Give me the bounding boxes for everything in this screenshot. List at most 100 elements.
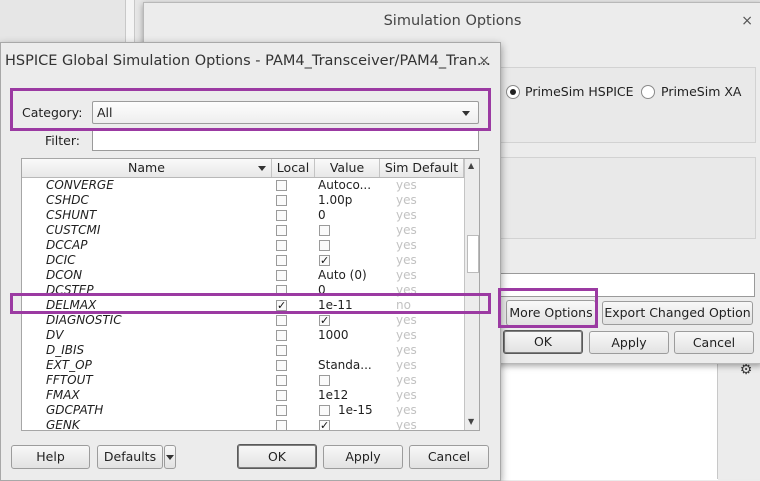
sim-default-value: yes <box>396 208 417 222</box>
value-checkbox[interactable] <box>319 405 330 416</box>
sim-default-value: yes <box>396 373 417 387</box>
table-row[interactable]: GDCPATH 1e-15 yes <box>22 403 464 418</box>
sort-arrow-icon <box>258 166 266 171</box>
local-checkbox[interactable] <box>276 195 287 206</box>
chevron-down-icon <box>166 455 174 460</box>
filter-label: Filter: <box>45 133 80 148</box>
option-name: DCCAP <box>46 238 88 252</box>
local-checkbox[interactable] <box>276 420 287 430</box>
close-icon[interactable]: × <box>741 3 753 39</box>
options-group <box>500 157 756 239</box>
value-checkbox[interactable] <box>319 240 330 251</box>
option-name: CONVERGE <box>46 178 114 192</box>
sim-default-value: yes <box>396 178 417 192</box>
value-checkbox[interactable] <box>319 225 330 236</box>
value-checkbox[interactable]: ✓ <box>319 420 330 430</box>
help-button[interactable]: Help <box>11 445 90 469</box>
radio-primesim-xa[interactable] <box>641 85 655 99</box>
background-canvas <box>495 358 718 480</box>
option-name: DIAGNOSTIC <box>46 313 122 327</box>
sim-cancel-button[interactable]: Cancel <box>674 331 754 354</box>
ok-button[interactable]: OK <box>237 444 317 469</box>
sim-default-value: yes <box>396 193 417 207</box>
option-value[interactable]: Autoco... <box>318 178 371 193</box>
option-value[interactable]: Auto (0) <box>318 268 367 283</box>
defaults-button[interactable]: Defaults <box>97 445 163 469</box>
local-checkbox[interactable] <box>276 240 287 251</box>
sim-default-value: yes <box>396 328 417 342</box>
dialog-title: Simulation Options <box>383 13 522 29</box>
local-checkbox[interactable] <box>276 255 287 266</box>
defaults-menu-button[interactable] <box>164 445 176 469</box>
radio-label-hspice: PrimeSim HSPICE <box>525 84 634 99</box>
dialog-title: HSPICE Global Simulation Options - PAM4_… <box>5 53 491 69</box>
scroll-up-icon[interactable]: ▲ <box>468 162 474 170</box>
column-header-name[interactable]: Name <box>22 159 272 177</box>
sim-default-value: yes <box>396 418 417 431</box>
sim-default-value: yes <box>396 253 417 267</box>
local-checkbox[interactable] <box>276 375 287 386</box>
table-row[interactable]: CUSTCMI yes <box>22 223 464 238</box>
local-checkbox[interactable] <box>276 225 287 236</box>
table-row[interactable]: DCIC ✓ yes <box>22 253 464 268</box>
close-icon[interactable]: × <box>478 43 490 79</box>
option-name: GENK <box>46 418 80 431</box>
option-value[interactable]: 1.00p <box>318 193 352 208</box>
simulator-group <box>500 67 756 143</box>
table-row[interactable]: DV 1000 yes <box>22 328 464 343</box>
local-checkbox[interactable] <box>276 210 287 221</box>
scrollbar-thumb[interactable] <box>467 235 479 273</box>
option-name: EXT_OP <box>46 358 92 372</box>
table-row[interactable]: DIAGNOSTIC ✓ yes <box>22 313 464 328</box>
option-value[interactable]: 1000 <box>318 328 349 343</box>
option-value[interactable]: 0 <box>318 208 326 223</box>
table-row[interactable]: DCCAP yes <box>22 238 464 253</box>
sim-default-value: yes <box>396 268 417 282</box>
radio-label-xa: PrimeSim XA <box>661 84 742 99</box>
export-changed-option-button[interactable]: Export Changed Option <box>602 301 753 325</box>
option-value[interactable]: 1e-15 <box>338 403 373 418</box>
table-row[interactable]: CONVERGE Autoco... yes <box>22 178 464 193</box>
option-name: FFTOUT <box>46 373 93 387</box>
local-checkbox[interactable] <box>276 270 287 281</box>
table-row[interactable]: DCON Auto (0) yes <box>22 268 464 283</box>
gear-icon[interactable]: ⚙ <box>738 362 754 378</box>
option-name: CSHUNT <box>46 208 97 222</box>
column-header-value[interactable]: Value <box>315 159 380 177</box>
table-row[interactable]: FFTOUT yes <box>22 373 464 388</box>
apply-button[interactable]: Apply <box>323 445 403 469</box>
table-row[interactable]: CSHUNT 0 yes <box>22 208 464 223</box>
local-checkbox[interactable] <box>276 330 287 341</box>
value-checkbox[interactable]: ✓ <box>319 315 330 326</box>
sim-default-value: yes <box>396 403 417 417</box>
option-name: DCIC <box>46 253 76 267</box>
sim-default-value: yes <box>396 313 417 327</box>
sim-default-value: yes <box>396 388 417 402</box>
local-checkbox[interactable] <box>276 180 287 191</box>
local-checkbox[interactable] <box>276 345 287 356</box>
table-row[interactable]: GENK ✓ yes <box>22 418 464 431</box>
local-checkbox[interactable] <box>276 390 287 401</box>
sim-apply-button[interactable]: Apply <box>589 331 669 354</box>
cancel-button[interactable]: Cancel <box>409 445 489 469</box>
table-row[interactable]: CSHDC 1.00p yes <box>22 193 464 208</box>
radio-primesim-hspice[interactable] <box>506 85 520 99</box>
option-value[interactable]: 1e12 <box>318 388 348 403</box>
sim-ok-button[interactable]: OK <box>503 330 583 354</box>
column-header-sim-default[interactable]: Sim Default <box>380 159 464 177</box>
table-row[interactable]: EXT_OP Standa... yes <box>22 358 464 373</box>
filter-input[interactable] <box>92 130 479 151</box>
local-checkbox[interactable] <box>276 360 287 371</box>
option-name: DCON <box>46 268 83 282</box>
value-checkbox[interactable]: ✓ <box>319 255 330 266</box>
option-name: D_IBIS <box>46 343 85 357</box>
option-name: FMAX <box>46 388 80 402</box>
scroll-down-icon[interactable]: ▼ <box>468 418 474 426</box>
column-header-local[interactable]: Local <box>272 159 315 177</box>
table-row[interactable]: D_IBIS yes <box>22 343 464 358</box>
value-checkbox[interactable] <box>319 375 330 386</box>
table-row[interactable]: FMAX 1e12 yes <box>22 388 464 403</box>
local-checkbox[interactable] <box>276 405 287 416</box>
local-checkbox[interactable] <box>276 315 287 326</box>
option-value[interactable]: Standa... <box>318 358 372 373</box>
